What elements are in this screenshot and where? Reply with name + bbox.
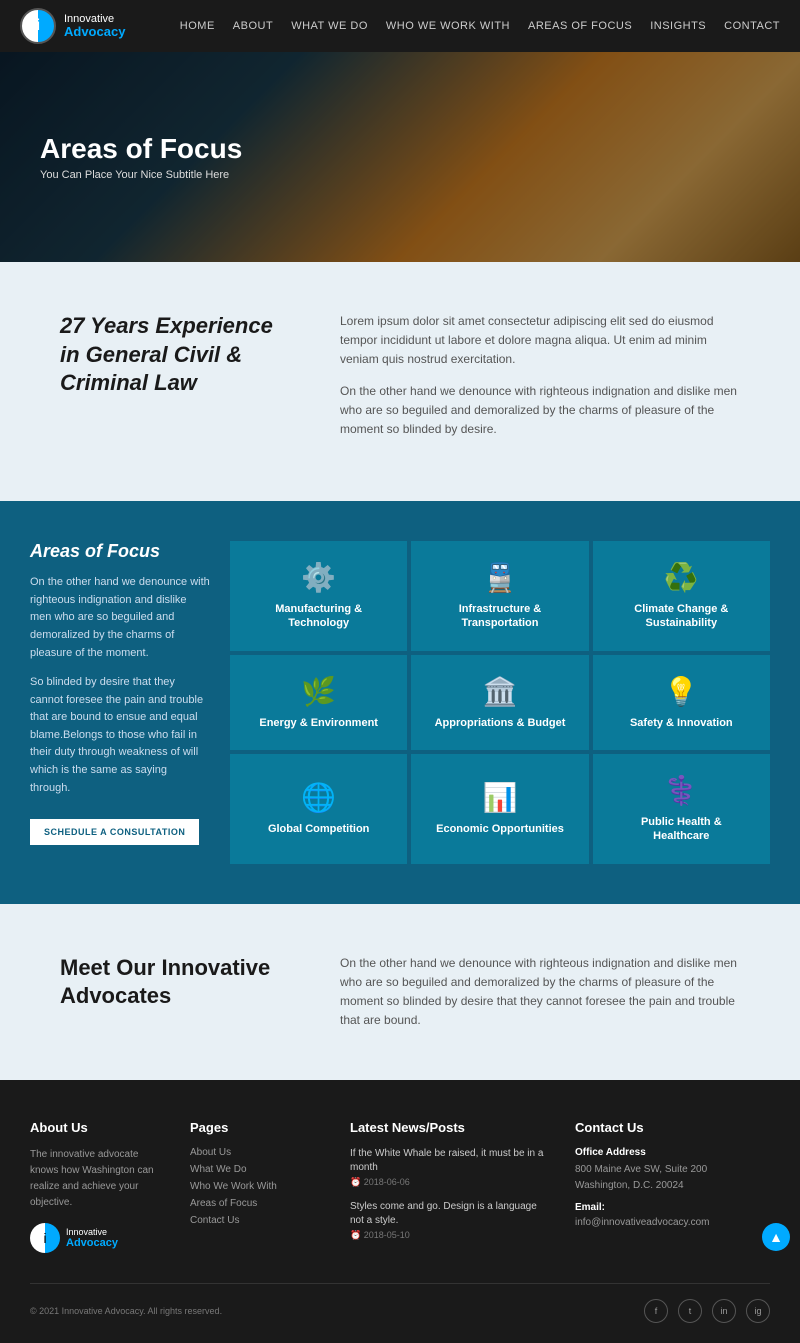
instagram-icon[interactable]: ig <box>746 1299 770 1323</box>
focus-card-health[interactable]: ⚕️ Public Health &Healthcare <box>593 754 770 864</box>
focus-card-climate[interactable]: ♻️ Climate Change &Sustainability <box>593 541 770 651</box>
footer-contact-heading: Contact Us <box>575 1120 770 1135</box>
footer-link-about[interactable]: About Us <box>190 1147 320 1158</box>
linkedin-icon[interactable]: in <box>712 1299 736 1323</box>
focus-card-energy-label: Energy & Environment <box>259 716 378 730</box>
news-item-1: If the White Whale be raised, it must be… <box>350 1147 545 1188</box>
focus-sidebar: Areas of Focus On the other hand we deno… <box>30 541 210 863</box>
office-address: 800 Maine Ave SW, Suite 200Washington, D… <box>575 1162 770 1194</box>
focus-card-infrastructure[interactable]: 🚆 Infrastructure &Transportation <box>411 541 588 651</box>
focus-heading: Areas of Focus <box>30 541 210 562</box>
intro-heading-area: 27 Years Experience in General Civil & C… <box>60 312 280 398</box>
focus-desc-2: So blinded by desire that they cannot fo… <box>30 674 210 797</box>
intro-para-2: On the other hand we denounce with right… <box>340 382 740 440</box>
focus-desc-1: On the other hand we denounce with right… <box>30 574 210 662</box>
infrastructure-icon: 🚆 <box>483 561 518 594</box>
appropriations-icon: 🏛️ <box>483 675 518 708</box>
economic-icon: 📊 <box>483 781 518 814</box>
site-footer: About Us The innovative advocate knows h… <box>0 1080 800 1343</box>
footer-logo-text: Innovative Advocacy <box>66 1227 118 1249</box>
footer-link-what-we-do[interactable]: What We Do <box>190 1164 320 1175</box>
office-address-label: Office Address <box>575 1147 770 1158</box>
intro-section: 27 Years Experience in General Civil & C… <box>0 262 800 501</box>
nav-about[interactable]: ABOUT <box>233 20 273 32</box>
energy-icon: 🌿 <box>301 675 336 708</box>
footer-news: Latest News/Posts If the White Whale be … <box>350 1120 545 1253</box>
nav-who-we-work-with[interactable]: WHO WE WORK WITH <box>386 20 510 32</box>
news-item-2-date: ⏰ 2018-05-10 <box>350 1230 545 1241</box>
focus-card-appropriations[interactable]: 🏛️ Appropriations & Budget <box>411 655 588 750</box>
focus-card-energy[interactable]: 🌿 Energy & Environment <box>230 655 407 750</box>
social-icons: f t in ig <box>644 1299 770 1323</box>
footer-bottom: © 2021 Innovative Advocacy. All rights r… <box>30 1283 770 1323</box>
safety-icon: 💡 <box>664 675 699 708</box>
focus-card-climate-label: Climate Change &Sustainability <box>634 602 728 631</box>
site-header: i Innovative Advocacy HOME ABOUT WHAT WE… <box>0 0 800 52</box>
nav-contact[interactable]: CONTACT <box>724 20 780 32</box>
intro-para-1: Lorem ipsum dolor sit amet consectetur a… <box>340 312 740 370</box>
footer-about: About Us The innovative advocate knows h… <box>30 1120 160 1253</box>
focus-card-infrastructure-label: Infrastructure &Transportation <box>459 602 542 631</box>
footer-about-heading: About Us <box>30 1120 160 1135</box>
intro-text-area: Lorem ipsum dolor sit amet consectetur a… <box>340 312 740 451</box>
footer-link-who-we-work[interactable]: Who We Work With <box>190 1181 320 1192</box>
meet-text-area: On the other hand we denounce with right… <box>340 954 740 1031</box>
focus-grid: ⚙️ Manufacturing &Technology 🚆 Infrastru… <box>230 541 770 863</box>
footer-link-contact[interactable]: Contact Us <box>190 1215 320 1226</box>
climate-icon: ♻️ <box>664 561 699 594</box>
main-nav: HOME ABOUT WHAT WE DO WHO WE WORK WITH A… <box>180 20 780 32</box>
footer-pages-heading: Pages <box>190 1120 320 1135</box>
focus-card-safety-label: Safety & Innovation <box>630 716 733 730</box>
footer-grid: About Us The innovative advocate knows h… <box>30 1120 770 1253</box>
focus-card-manufacturing-label: Manufacturing &Technology <box>275 602 362 631</box>
meet-section: Meet Our Innovative Advocates On the oth… <box>0 904 800 1081</box>
health-icon: ⚕️ <box>664 774 699 807</box>
footer-news-heading: Latest News/Posts <box>350 1120 545 1135</box>
facebook-icon[interactable]: f <box>644 1299 668 1323</box>
focus-card-safety[interactable]: 💡 Safety & Innovation <box>593 655 770 750</box>
intro-heading: 27 Years Experience in General Civil & C… <box>60 312 280 398</box>
logo[interactable]: i Innovative Advocacy <box>20 8 125 44</box>
email-label: Email: <box>575 1202 770 1213</box>
footer-logo-icon: i <box>30 1223 60 1253</box>
nav-home[interactable]: HOME <box>180 20 215 32</box>
focus-card-global[interactable]: 🌐 Global Competition <box>230 754 407 864</box>
logo-icon: i <box>20 8 56 44</box>
focus-card-manufacturing[interactable]: ⚙️ Manufacturing &Technology <box>230 541 407 651</box>
nav-what-we-do[interactable]: WHAT WE DO <box>291 20 368 32</box>
meet-heading: Meet Our Innovative Advocates <box>60 954 280 1011</box>
hero-section: Areas of Focus You Can Place Your Nice S… <box>0 52 800 262</box>
nav-insights[interactable]: INSIGHTS <box>650 20 706 32</box>
footer-about-text: The innovative advocate knows how Washin… <box>30 1147 160 1211</box>
focus-section: Areas of Focus On the other hand we deno… <box>0 501 800 903</box>
meet-heading-area: Meet Our Innovative Advocates <box>60 954 280 1031</box>
nav-areas-of-focus[interactable]: AREAS OF FOCUS <box>528 20 632 32</box>
hero-subtitle: You Can Place Your Nice Subtitle Here <box>40 169 242 181</box>
twitter-icon[interactable]: t <box>678 1299 702 1323</box>
footer-pages: Pages About Us What We Do Who We Work Wi… <box>190 1120 320 1253</box>
focus-card-economic[interactable]: 📊 Economic Opportunities <box>411 754 588 864</box>
schedule-consultation-button[interactable]: SCHEDULE A CONSULTATION <box>30 819 199 845</box>
logo-text: Innovative Advocacy <box>64 13 125 39</box>
copyright: © 2021 Innovative Advocacy. All rights r… <box>30 1306 222 1316</box>
focus-card-economic-label: Economic Opportunities <box>436 822 564 836</box>
footer-contact: Contact Us Office Address 800 Maine Ave … <box>575 1120 770 1253</box>
news-item-1-date: ⏰ 2018-06-06 <box>350 1177 545 1188</box>
hero-content: Areas of Focus You Can Place Your Nice S… <box>0 133 282 181</box>
news-item-2-title: Styles come and go. Design is a language… <box>350 1200 545 1228</box>
meet-description: On the other hand we denounce with right… <box>340 954 740 1031</box>
news-item-1-title: If the White Whale be raised, it must be… <box>350 1147 545 1175</box>
scroll-to-top-button[interactable]: ▲ <box>762 1223 790 1251</box>
focus-card-health-label: Public Health &Healthcare <box>641 815 722 844</box>
contact-email: info@innovativeadvocacy.com <box>575 1215 770 1231</box>
focus-card-global-label: Global Competition <box>268 822 369 836</box>
news-item-2: Styles come and go. Design is a language… <box>350 1200 545 1241</box>
footer-link-areas[interactable]: Areas of Focus <box>190 1198 320 1209</box>
manufacturing-icon: ⚙️ <box>301 561 336 594</box>
page-title: Areas of Focus <box>40 133 242 165</box>
footer-logo[interactable]: i Innovative Advocacy <box>30 1223 160 1253</box>
global-icon: 🌐 <box>301 781 336 814</box>
focus-card-appropriations-label: Appropriations & Budget <box>435 716 566 730</box>
